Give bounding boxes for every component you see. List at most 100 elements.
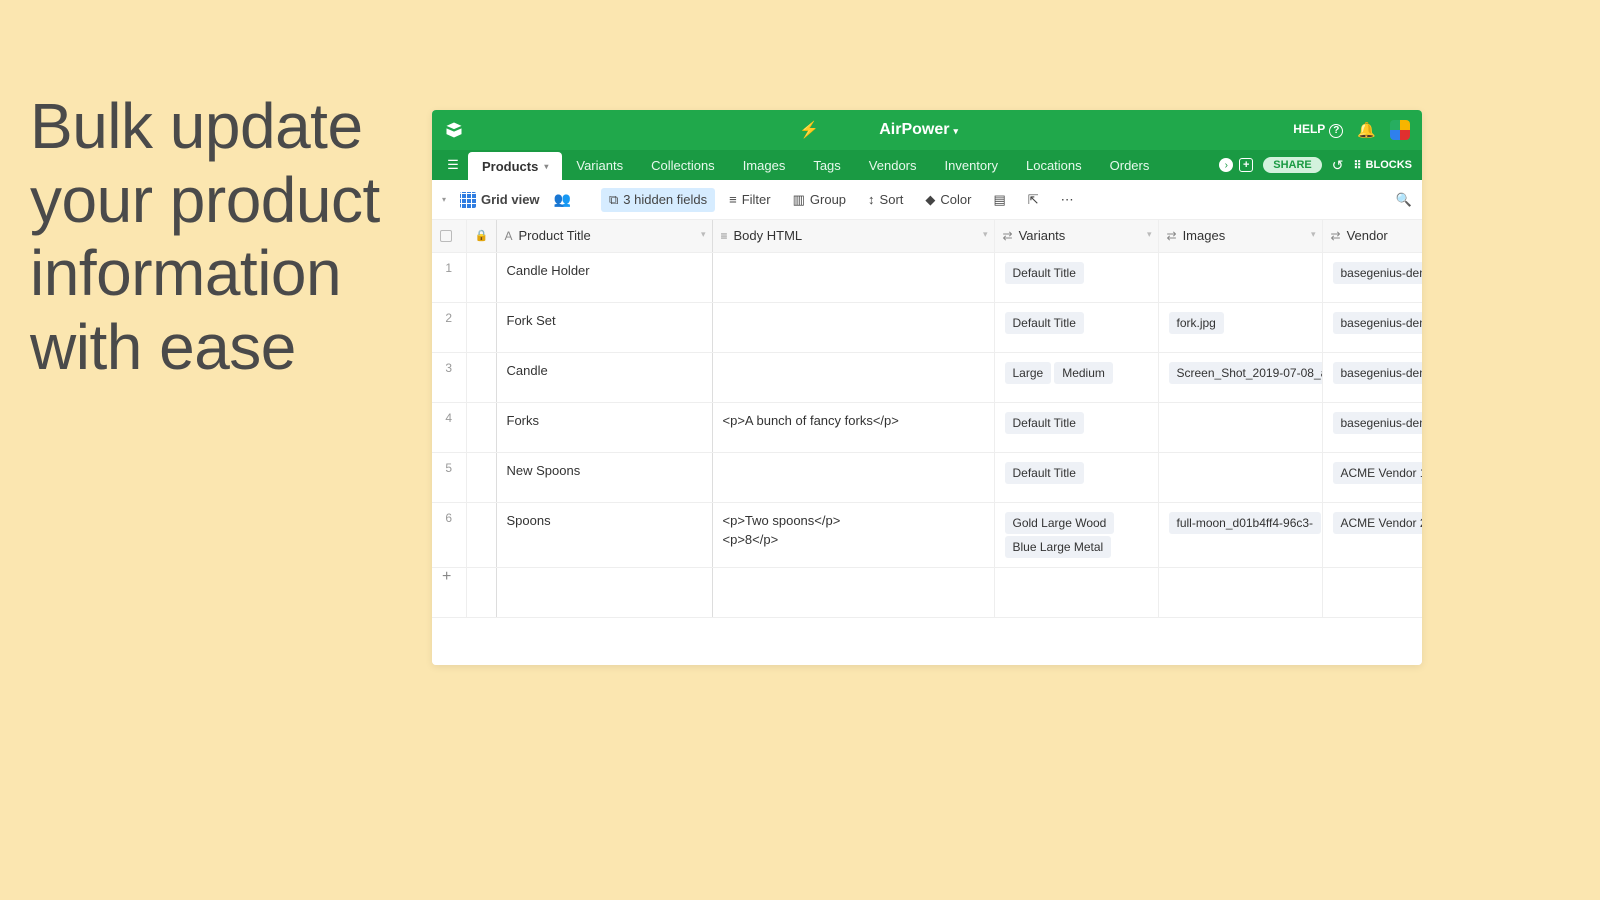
user-avatar[interactable] xyxy=(1390,120,1410,140)
table-row[interactable]: 1Candle HolderDefault Titlebasegenius-de… xyxy=(432,252,1422,302)
color-button[interactable]: ◆Color xyxy=(917,188,979,212)
cell-product-title[interactable]: Candle xyxy=(497,353,712,389)
table-list-menu-icon[interactable]: ☰ xyxy=(438,150,468,180)
row-height-button[interactable]: ▤ xyxy=(985,188,1013,212)
row-expand[interactable] xyxy=(466,452,496,502)
view-switcher[interactable]: Grid view xyxy=(452,188,548,212)
select-all-header[interactable] xyxy=(432,220,466,252)
cell-images[interactable] xyxy=(1159,453,1322,469)
row-expand[interactable] xyxy=(466,402,496,452)
cell-images[interactable] xyxy=(1159,403,1322,419)
column-header-images[interactable]: ⇄Images▾ xyxy=(1158,220,1322,252)
table-row[interactable]: 6Spoons<p>Two spoons</p> <p>8</p>Gold La… xyxy=(432,502,1422,567)
column-header-body-html[interactable]: ≡Body HTML▾ xyxy=(712,220,994,252)
cell-vendor[interactable]: basegenius-dem xyxy=(1323,303,1423,343)
cell-body-html[interactable]: <p>Two spoons</p> <p>8</p> xyxy=(713,503,994,558)
tab-collections[interactable]: Collections xyxy=(637,150,729,180)
cell-vendor[interactable]: basegenius-dem xyxy=(1323,253,1423,293)
linked-record-chip[interactable]: Default Title xyxy=(1005,312,1084,334)
cell-vendor[interactable]: basegenius-dem xyxy=(1323,353,1423,393)
table-row[interactable]: 4Forks<p>A bunch of fancy forks</p>Defau… xyxy=(432,402,1422,452)
linked-record-chip[interactable]: basegenius-dem xyxy=(1333,362,1423,384)
share-view-button[interactable]: ⇱ xyxy=(1020,188,1047,212)
filter-button[interactable]: ≡Filter xyxy=(721,188,778,211)
tab-images[interactable]: Images xyxy=(729,150,800,180)
linked-record-chip[interactable]: basegenius-dem xyxy=(1333,262,1423,284)
notifications-icon[interactable]: 🔔 xyxy=(1357,121,1376,139)
cell-body-html[interactable] xyxy=(713,453,994,469)
history-icon[interactable]: ↺ xyxy=(1332,157,1344,174)
hidden-fields-button[interactable]: ⧉3 hidden fields xyxy=(601,188,715,212)
blocks-button[interactable]: ⠿BLOCKS xyxy=(1353,159,1412,172)
cell-variants[interactable]: Default Title xyxy=(995,453,1158,493)
cell-variants[interactable]: LargeMedium xyxy=(995,353,1158,393)
linked-record-chip[interactable]: Blue Large Metal xyxy=(1005,536,1112,558)
group-button[interactable]: ▥Group xyxy=(785,188,854,212)
column-header-product-title[interactable]: AProduct Title▾ xyxy=(496,220,712,252)
linked-record-chip[interactable]: Default Title xyxy=(1005,412,1084,434)
chevron-down-icon[interactable]: ▾ xyxy=(1311,229,1316,240)
row-expand[interactable] xyxy=(466,502,496,567)
tabs-scroll-right-icon[interactable]: › xyxy=(1219,158,1233,172)
linked-record-chip[interactable]: fork.jpg xyxy=(1169,312,1224,334)
column-header-variants[interactable]: ⇄Variants▾ xyxy=(994,220,1158,252)
row-expand[interactable] xyxy=(466,352,496,402)
cell-images[interactable] xyxy=(1159,253,1322,269)
linked-record-chip[interactable]: Default Title xyxy=(1005,262,1084,284)
cell-variants[interactable]: Gold Large WoodBlue Large Metal xyxy=(995,503,1158,567)
cell-product-title[interactable]: Spoons xyxy=(497,503,712,539)
linked-record-chip[interactable]: Default Title xyxy=(1005,462,1084,484)
tab-vendors[interactable]: Vendors xyxy=(855,150,931,180)
row-expand[interactable] xyxy=(466,302,496,352)
tab-variants[interactable]: Variants xyxy=(562,150,637,180)
cell-variants[interactable]: Default Title xyxy=(995,303,1158,343)
cell-product-title[interactable]: New Spoons xyxy=(497,453,712,489)
linked-record-chip[interactable]: ACME Vendor 2 xyxy=(1333,512,1423,534)
cell-body-html[interactable]: <p>A bunch of fancy forks</p> xyxy=(713,403,994,439)
table-row[interactable]: 3CandleLargeMediumScreen_Shot_2019-07-08… xyxy=(432,352,1422,402)
cell-vendor[interactable]: basegenius-dem xyxy=(1323,403,1423,443)
chevron-down-icon[interactable]: ▾ xyxy=(983,229,988,240)
chevron-down-icon[interactable]: ▾ xyxy=(1147,229,1152,240)
linked-record-chip[interactable]: basegenius-dem xyxy=(1333,412,1423,434)
chevron-down-icon[interactable]: ▾ xyxy=(701,229,706,240)
cell-vendor[interactable]: ACME Vendor 1 xyxy=(1323,453,1423,493)
table-row[interactable]: 2Fork SetDefault Titlefork.jpgbasegenius… xyxy=(432,302,1422,352)
linked-record-chip[interactable]: full-moon_d01b4ff4-96c3- xyxy=(1169,512,1322,534)
linked-record-chip[interactable]: Large xyxy=(1005,362,1052,384)
cell-images[interactable]: Screen_Shot_2019-07-08_a xyxy=(1159,353,1322,393)
tab-tags[interactable]: Tags xyxy=(799,150,854,180)
add-table-button[interactable]: + xyxy=(1239,158,1253,172)
cell-product-title[interactable]: Fork Set xyxy=(497,303,712,339)
cell-variants[interactable]: Default Title xyxy=(995,253,1158,293)
cell-body-html[interactable] xyxy=(713,303,994,319)
search-icon[interactable]: 🔍 xyxy=(1396,192,1412,208)
linked-record-chip[interactable]: basegenius-dem xyxy=(1333,312,1423,334)
collaborators-icon[interactable]: 👥 xyxy=(554,191,571,208)
help-link[interactable]: HELP? xyxy=(1293,122,1343,138)
view-sidebar-toggle[interactable]: ▾ xyxy=(442,195,446,204)
tab-products[interactable]: Products▾ xyxy=(468,152,562,180)
tab-inventory[interactable]: Inventory xyxy=(931,150,1012,180)
linked-record-chip[interactable]: Screen_Shot_2019-07-08_a xyxy=(1169,362,1322,384)
cell-images[interactable]: full-moon_d01b4ff4-96c3-spoon-gold.jpg xyxy=(1159,503,1322,543)
automations-icon[interactable]: ⚡ xyxy=(799,120,819,140)
linked-record-chip[interactable]: ACME Vendor 1 xyxy=(1333,462,1423,484)
cell-product-title[interactable]: Forks xyxy=(497,403,712,439)
linked-record-chip[interactable]: Gold Large Wood xyxy=(1005,512,1115,534)
share-button[interactable]: SHARE xyxy=(1263,157,1322,173)
cell-vendor[interactable]: ACME Vendor 2 xyxy=(1323,503,1423,543)
base-title[interactable]: AirPower▾ xyxy=(879,121,958,139)
cell-variants[interactable]: Default Title xyxy=(995,403,1158,443)
cell-images[interactable]: fork.jpg xyxy=(1159,303,1322,343)
linked-record-chip[interactable]: Medium xyxy=(1054,362,1113,384)
tab-orders[interactable]: Orders xyxy=(1096,150,1164,180)
table-row[interactable]: 5New SpoonsDefault TitleACME Vendor 1 xyxy=(432,452,1422,502)
sort-button[interactable]: ↕Sort xyxy=(860,188,911,211)
row-expand[interactable] xyxy=(466,252,496,302)
cell-product-title[interactable]: Candle Holder xyxy=(497,253,712,289)
tab-locations[interactable]: Locations xyxy=(1012,150,1096,180)
cell-body-html[interactable] xyxy=(713,253,994,269)
cell-body-html[interactable] xyxy=(713,353,994,369)
column-header-vendor[interactable]: ⇄Vendor xyxy=(1322,220,1422,252)
